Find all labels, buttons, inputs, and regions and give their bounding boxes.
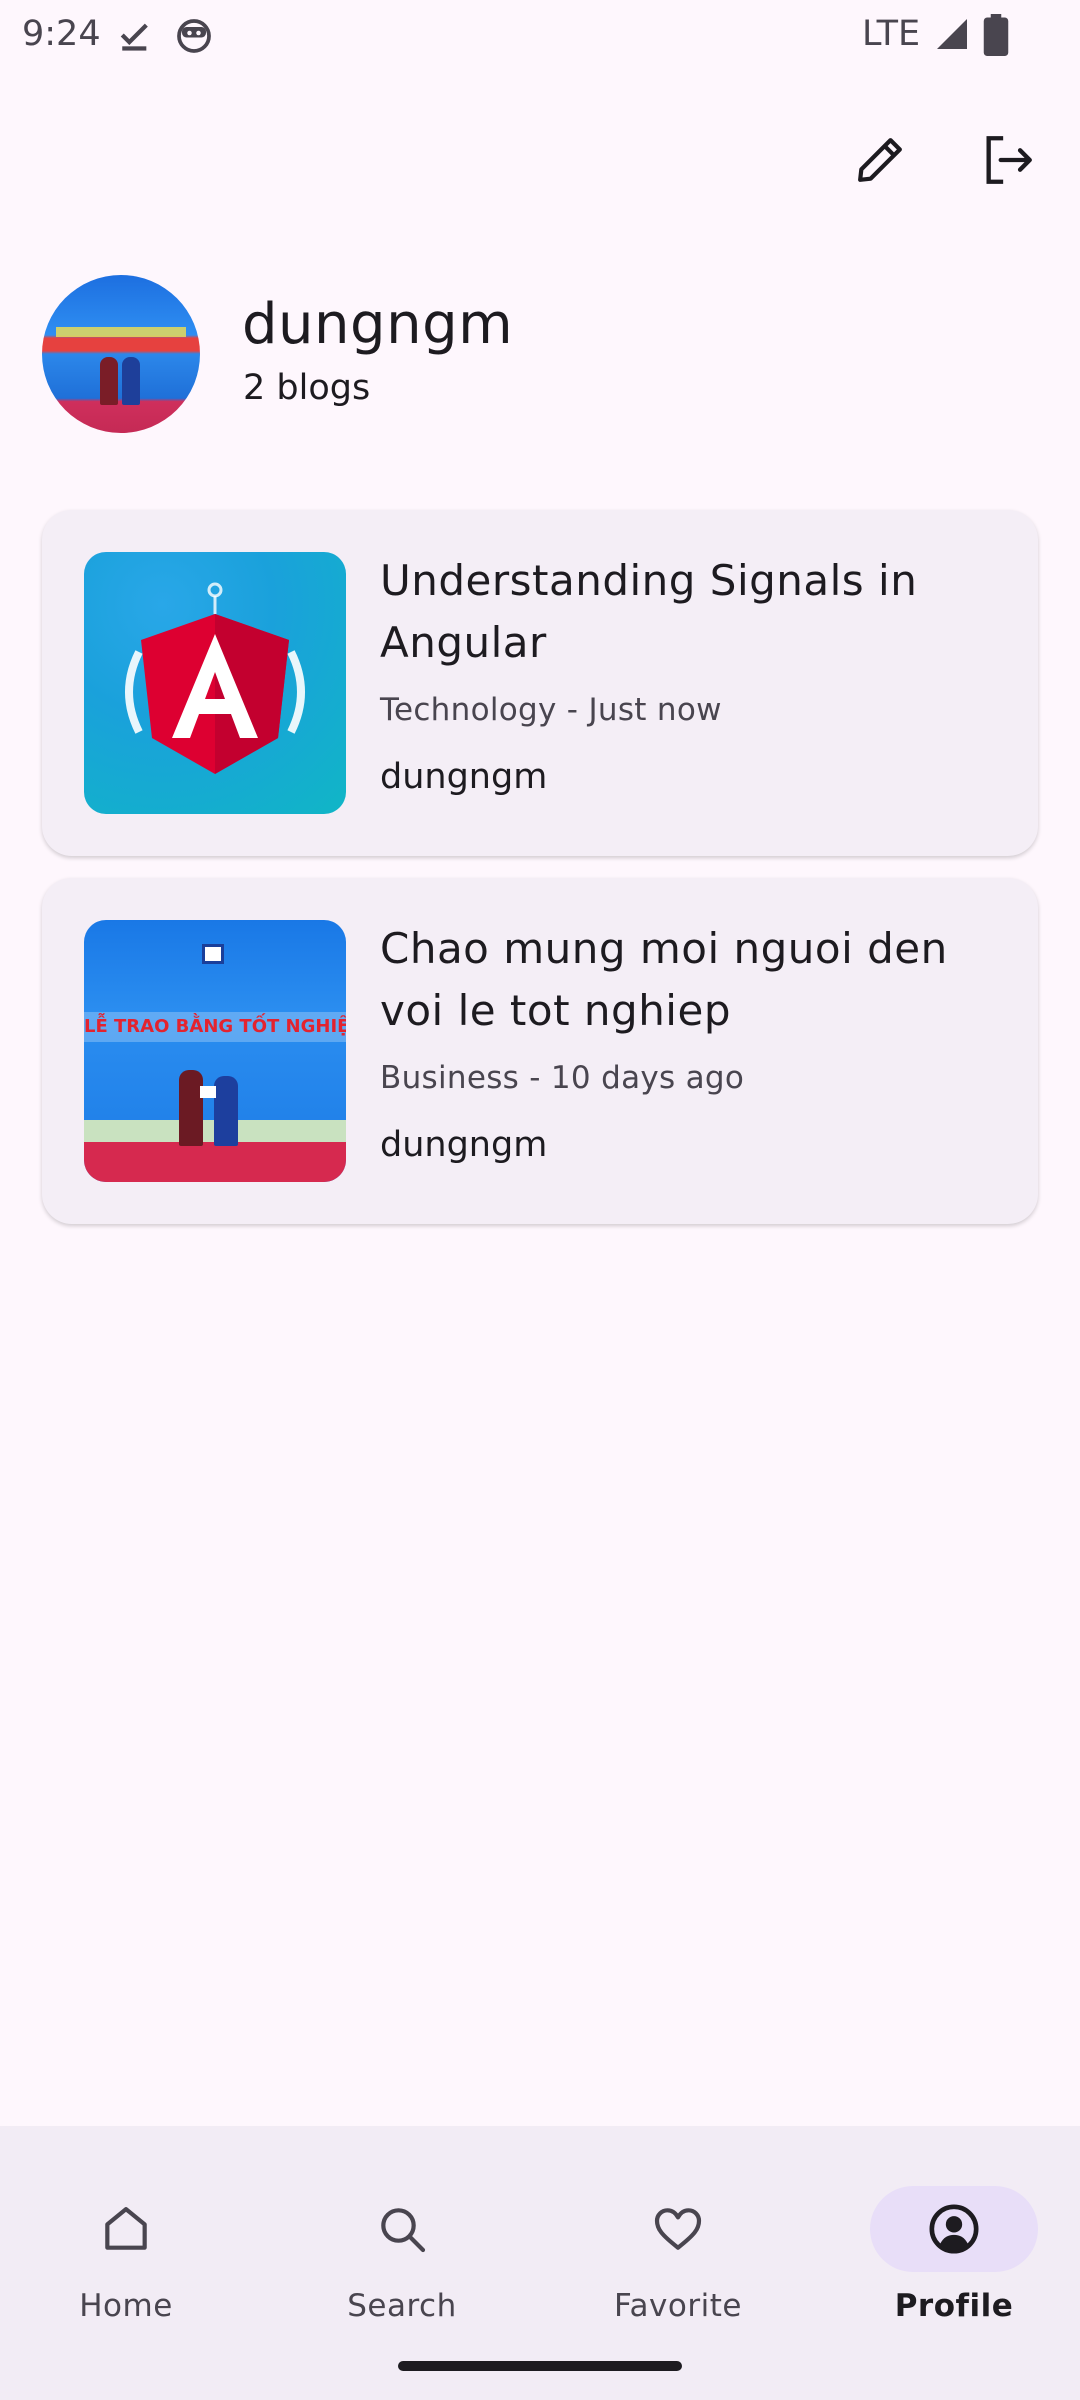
nav-item-home[interactable]: Home bbox=[16, 2156, 236, 2336]
blog-meta: Business - 10 days ago bbox=[380, 1060, 745, 1096]
bottom-navigation: Home Search Favorite Profile bbox=[0, 2126, 1080, 2400]
logout-icon bbox=[986, 136, 1032, 184]
graduation-ceremony-image: LỄ TRAO BẰNG TỐT NGHIỆP bbox=[84, 920, 346, 1182]
check-download-icon bbox=[120, 23, 148, 51]
avatar[interactable] bbox=[42, 275, 200, 433]
nav-label-search: Search bbox=[347, 2288, 457, 2324]
edit-pencil-icon bbox=[858, 138, 902, 182]
blog-card[interactable]: LỄ TRAO BẰNG TỐT NGHIỆP Chao mung moi ng… bbox=[42, 878, 1038, 1224]
profile-icon bbox=[929, 2204, 979, 2254]
blog-author: dungngm bbox=[380, 1125, 548, 1165]
blog-author: dungngm bbox=[380, 757, 548, 797]
blog-meta: Technology - Just now bbox=[380, 692, 722, 728]
home-indicator[interactable] bbox=[398, 2361, 682, 2371]
edit-button[interactable] bbox=[840, 120, 920, 200]
nav-label-home: Home bbox=[79, 2288, 173, 2324]
nav-label-profile: Profile bbox=[894, 2288, 1014, 2324]
home-icon bbox=[105, 2207, 147, 2250]
blog-title: Understanding Signals in Angular bbox=[380, 556, 918, 667]
status-bar: 9:24 LTE bbox=[0, 0, 1080, 74]
nav-item-search[interactable]: Search bbox=[292, 2156, 512, 2336]
nav-label-favorite: Favorite bbox=[614, 2288, 742, 2324]
profile-username: dungngm bbox=[242, 292, 514, 357]
battery-icon bbox=[983, 14, 1009, 56]
logout-button[interactable] bbox=[968, 120, 1048, 200]
signal-icon bbox=[937, 19, 967, 49]
blog-title: Chao mung moi nguoi den voi le tot nghie… bbox=[380, 924, 948, 1035]
nav-item-profile[interactable]: Profile bbox=[844, 2156, 1064, 2336]
heart-icon bbox=[654, 2208, 702, 2250]
angular-logo-image bbox=[84, 552, 346, 814]
network-type: LTE bbox=[862, 14, 921, 54]
profile-blog-count: 2 blogs bbox=[243, 368, 371, 408]
nav-item-favorite[interactable]: Favorite bbox=[568, 2156, 788, 2336]
status-time: 9:24 bbox=[22, 14, 101, 54]
blog-card[interactable]: Understanding Signals in Angular Technol… bbox=[42, 510, 1038, 856]
android-face-icon bbox=[177, 19, 211, 53]
search-icon bbox=[381, 2208, 426, 2253]
